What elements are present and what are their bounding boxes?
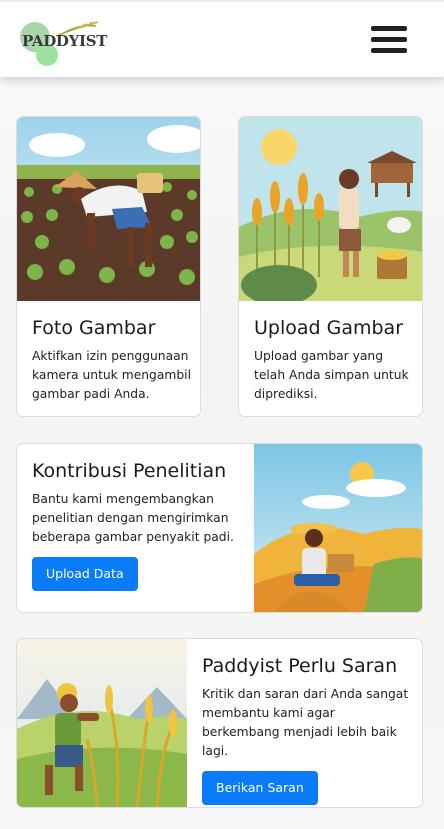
hamburger-menu-icon[interactable] — [371, 26, 407, 56]
card-description: Kritik dan saran dari Anda sangat memban… — [202, 687, 409, 758]
card-kontribusi-penelitian: Kontribusi Penelitian Bantu kami mengemb… — [16, 443, 423, 613]
farmer-inspecting-rice-illustration — [17, 639, 187, 807]
card-description: Bantu kami mengembangkan penelitian deng… — [32, 492, 234, 544]
card-paddyist-perlu-saran: Paddyist Perlu Saran Kritik dan saran da… — [16, 638, 423, 808]
farmer-research-illustration — [254, 444, 422, 612]
farmer-harvest-illustration — [239, 117, 422, 301]
card-title: Kontribusi Penelitian — [32, 460, 227, 482]
brand-name: PADDYIST — [22, 32, 108, 50]
brand-logo[interactable]: PADDYIST — [16, 20, 107, 66]
card-title: Upload Gambar — [254, 317, 404, 339]
card-upload-gambar[interactable]: Upload Gambar Upload gambar yang telah A… — [238, 116, 423, 417]
upload-data-button[interactable]: Upload Data — [32, 557, 138, 591]
card-description: Upload gambar yang telah Anda simpan unt… — [254, 349, 409, 401]
card-title: Foto Gambar — [32, 317, 156, 339]
card-description: Aktifkan izin penggunaan kamera untuk me… — [32, 349, 192, 401]
card-foto-gambar[interactable]: Foto Gambar Aktifkan izin penggunaan kam… — [16, 116, 201, 417]
navbar: PADDYIST — [0, 0, 444, 77]
card-title: Paddyist Perlu Saran — [202, 655, 398, 677]
farmer-planting-illustration — [17, 117, 200, 301]
berikan-saran-button[interactable]: Berikan Saran — [202, 771, 318, 805]
